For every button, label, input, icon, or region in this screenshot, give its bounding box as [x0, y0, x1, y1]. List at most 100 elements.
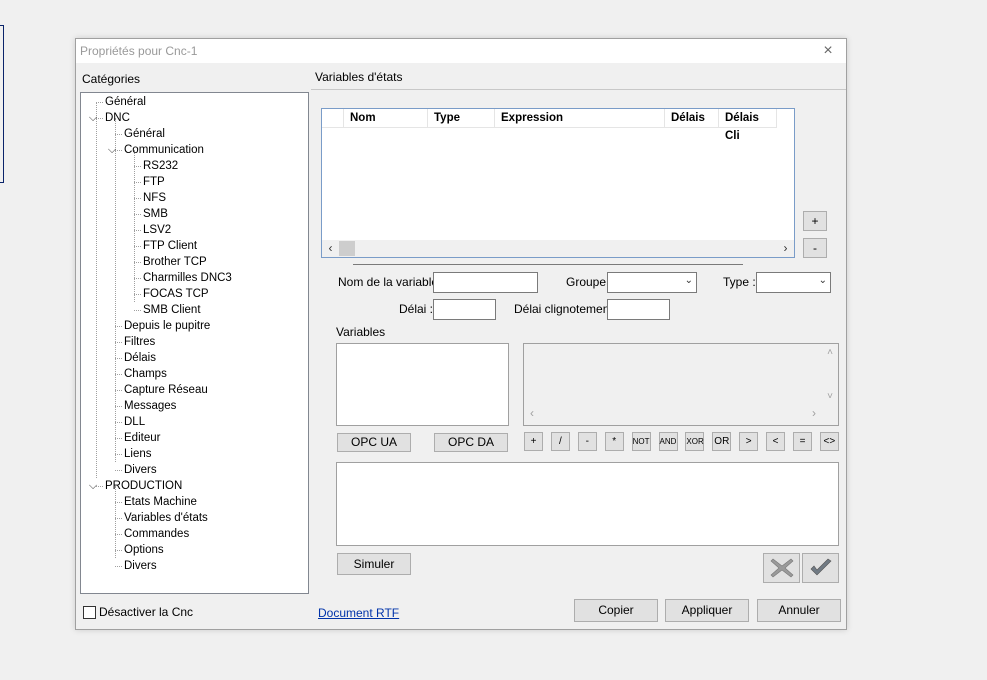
rtf-document-link[interactable]: Document RTF: [318, 606, 399, 620]
scroll-thumb[interactable]: [339, 241, 355, 256]
column-header-nom[interactable]: Nom: [344, 109, 428, 127]
operator-button[interactable]: OR: [712, 432, 732, 451]
tree-item[interactable]: PRODUCTION: [105, 478, 182, 494]
operator-button[interactable]: >: [739, 432, 759, 451]
tree-item[interactable]: Filtres: [124, 334, 155, 350]
tree-item[interactable]: Brother TCP: [143, 254, 207, 270]
tree-connector: [134, 278, 141, 279]
tree-guide-line: [115, 486, 116, 558]
scroll-right-icon[interactable]: ›: [812, 406, 816, 420]
tree-item[interactable]: Liens: [124, 446, 152, 462]
column-header-delais[interactable]: Délais: [665, 109, 719, 127]
variables-listbox[interactable]: [336, 343, 509, 426]
operator-button[interactable]: *: [604, 432, 624, 451]
group-select[interactable]: ⌄: [607, 272, 697, 293]
tree-item[interactable]: SMB: [143, 206, 168, 222]
tree-item[interactable]: Variables d'états: [124, 510, 208, 526]
operator-button[interactable]: =: [793, 432, 812, 451]
column-header-type[interactable]: Type: [428, 109, 495, 127]
opc-ua-button[interactable]: OPC UA: [337, 433, 411, 452]
tree-item[interactable]: RS232: [143, 158, 178, 174]
tree-connector: [134, 198, 141, 199]
tree-item[interactable]: Général: [105, 94, 146, 110]
tree-item[interactable]: FTP Client: [143, 238, 197, 254]
apply-button[interactable]: Appliquer: [665, 599, 749, 622]
type-label: Type :: [723, 275, 756, 289]
tree-guide-line: [96, 102, 97, 478]
tree-item[interactable]: Etats Machine: [124, 494, 197, 510]
group-label: Groupe :: [566, 275, 613, 289]
cross-icon: [770, 558, 793, 578]
scroll-left-icon[interactable]: ‹: [322, 240, 339, 257]
blink-delay-field[interactable]: [607, 299, 670, 320]
delay-field[interactable]: [433, 299, 496, 320]
column-header-delais-cli[interactable]: Délais Cli: [719, 109, 777, 142]
tree-item[interactable]: FOCAS TCP: [143, 286, 209, 302]
add-variable-button[interactable]: +: [803, 211, 827, 231]
remove-variable-button[interactable]: -: [803, 238, 827, 258]
tree-item[interactable]: Editeur: [124, 430, 160, 446]
tree-item[interactable]: Options: [124, 542, 164, 558]
type-select[interactable]: ⌄: [756, 272, 831, 293]
operator-button[interactable]: AND: [658, 432, 678, 451]
cancel-button[interactable]: Annuler: [757, 599, 841, 622]
category-tree[interactable]: Général ⌵ DNC Général ⌵ Communication RS232 FTP…: [80, 92, 309, 594]
operator-button[interactable]: -: [577, 432, 597, 451]
variables-list[interactable]: Nom Type Expression Délais Délais Cli ‹ …: [321, 108, 795, 258]
tree-item[interactable]: DNC: [105, 110, 130, 126]
checkmark-icon: [810, 558, 831, 576]
expression-area[interactable]: ˄ ˅ ‹ ›: [523, 343, 839, 426]
tree-expand-chevron-icon[interactable]: ⌵: [88, 110, 98, 126]
var-name-field[interactable]: [433, 272, 538, 293]
tree-expand-chevron-icon[interactable]: ⌵: [88, 478, 98, 494]
tree-item[interactable]: Général: [124, 126, 165, 142]
header-divider: [311, 89, 846, 90]
operator-button[interactable]: <>: [819, 432, 839, 451]
tree-item[interactable]: Depuis le pupitre: [124, 318, 210, 334]
tree-item[interactable]: Champs: [124, 366, 167, 382]
tree-item[interactable]: FTP: [143, 174, 165, 190]
accept-button[interactable]: [802, 553, 839, 583]
tree-item[interactable]: Capture Réseau: [124, 382, 208, 398]
delay-label: Délai :: [399, 302, 434, 316]
properties-dialog: Propriétés pour Cnc-1 × Catégories Varia…: [75, 38, 847, 630]
opc-da-button[interactable]: OPC DA: [434, 433, 508, 452]
column-header-blank: [322, 109, 344, 127]
operator-button[interactable]: NOT: [631, 432, 651, 451]
tree-connector: [134, 166, 141, 167]
var-name-label: Nom de la variable :: [338, 275, 445, 289]
operator-button[interactable]: <: [766, 432, 786, 451]
operator-button[interactable]: +: [524, 432, 543, 451]
scroll-right-icon[interactable]: ›: [777, 240, 794, 257]
reject-button[interactable]: [763, 553, 800, 583]
expression-output[interactable]: [336, 462, 839, 546]
tree-connector: [115, 422, 122, 423]
tree-item[interactable]: Communication: [124, 142, 204, 158]
tree-item[interactable]: NFS: [143, 190, 166, 206]
tree-item[interactable]: Charmilles DNC3: [143, 270, 232, 286]
chevron-down-icon: ⌄: [684, 275, 693, 286]
scroll-left-icon[interactable]: ‹: [530, 406, 534, 420]
copy-button[interactable]: Copier: [574, 599, 658, 622]
tree-item[interactable]: Messages: [124, 398, 176, 414]
operator-button[interactable]: /: [550, 432, 570, 451]
operator-button[interactable]: XOR: [685, 432, 705, 451]
tree-item[interactable]: SMB Client: [143, 302, 201, 318]
tree-connector: [115, 518, 122, 519]
tree-item[interactable]: Délais: [124, 350, 156, 366]
tree-item[interactable]: Commandes: [124, 526, 189, 542]
horizontal-scrollbar[interactable]: ‹ ›: [322, 240, 794, 257]
tree-item[interactable]: DLL: [124, 414, 145, 430]
background-window-fragment: [0, 25, 4, 183]
close-icon[interactable]: ×: [818, 41, 838, 61]
tree-item[interactable]: Divers: [124, 558, 157, 574]
tree-expand-chevron-icon[interactable]: ⌵: [107, 142, 117, 158]
tree-item[interactable]: LSV2: [143, 222, 171, 238]
tree-item[interactable]: Divers: [124, 462, 157, 478]
window-title: Propriétés pour Cnc-1: [80, 44, 198, 58]
scroll-up-icon[interactable]: ˄: [827, 347, 833, 358]
disable-cnc-checkbox[interactable]: [83, 606, 96, 619]
scroll-down-icon[interactable]: ˅: [827, 391, 833, 402]
column-header-expression[interactable]: Expression: [495, 109, 665, 127]
simulate-button[interactable]: Simuler: [337, 553, 411, 575]
